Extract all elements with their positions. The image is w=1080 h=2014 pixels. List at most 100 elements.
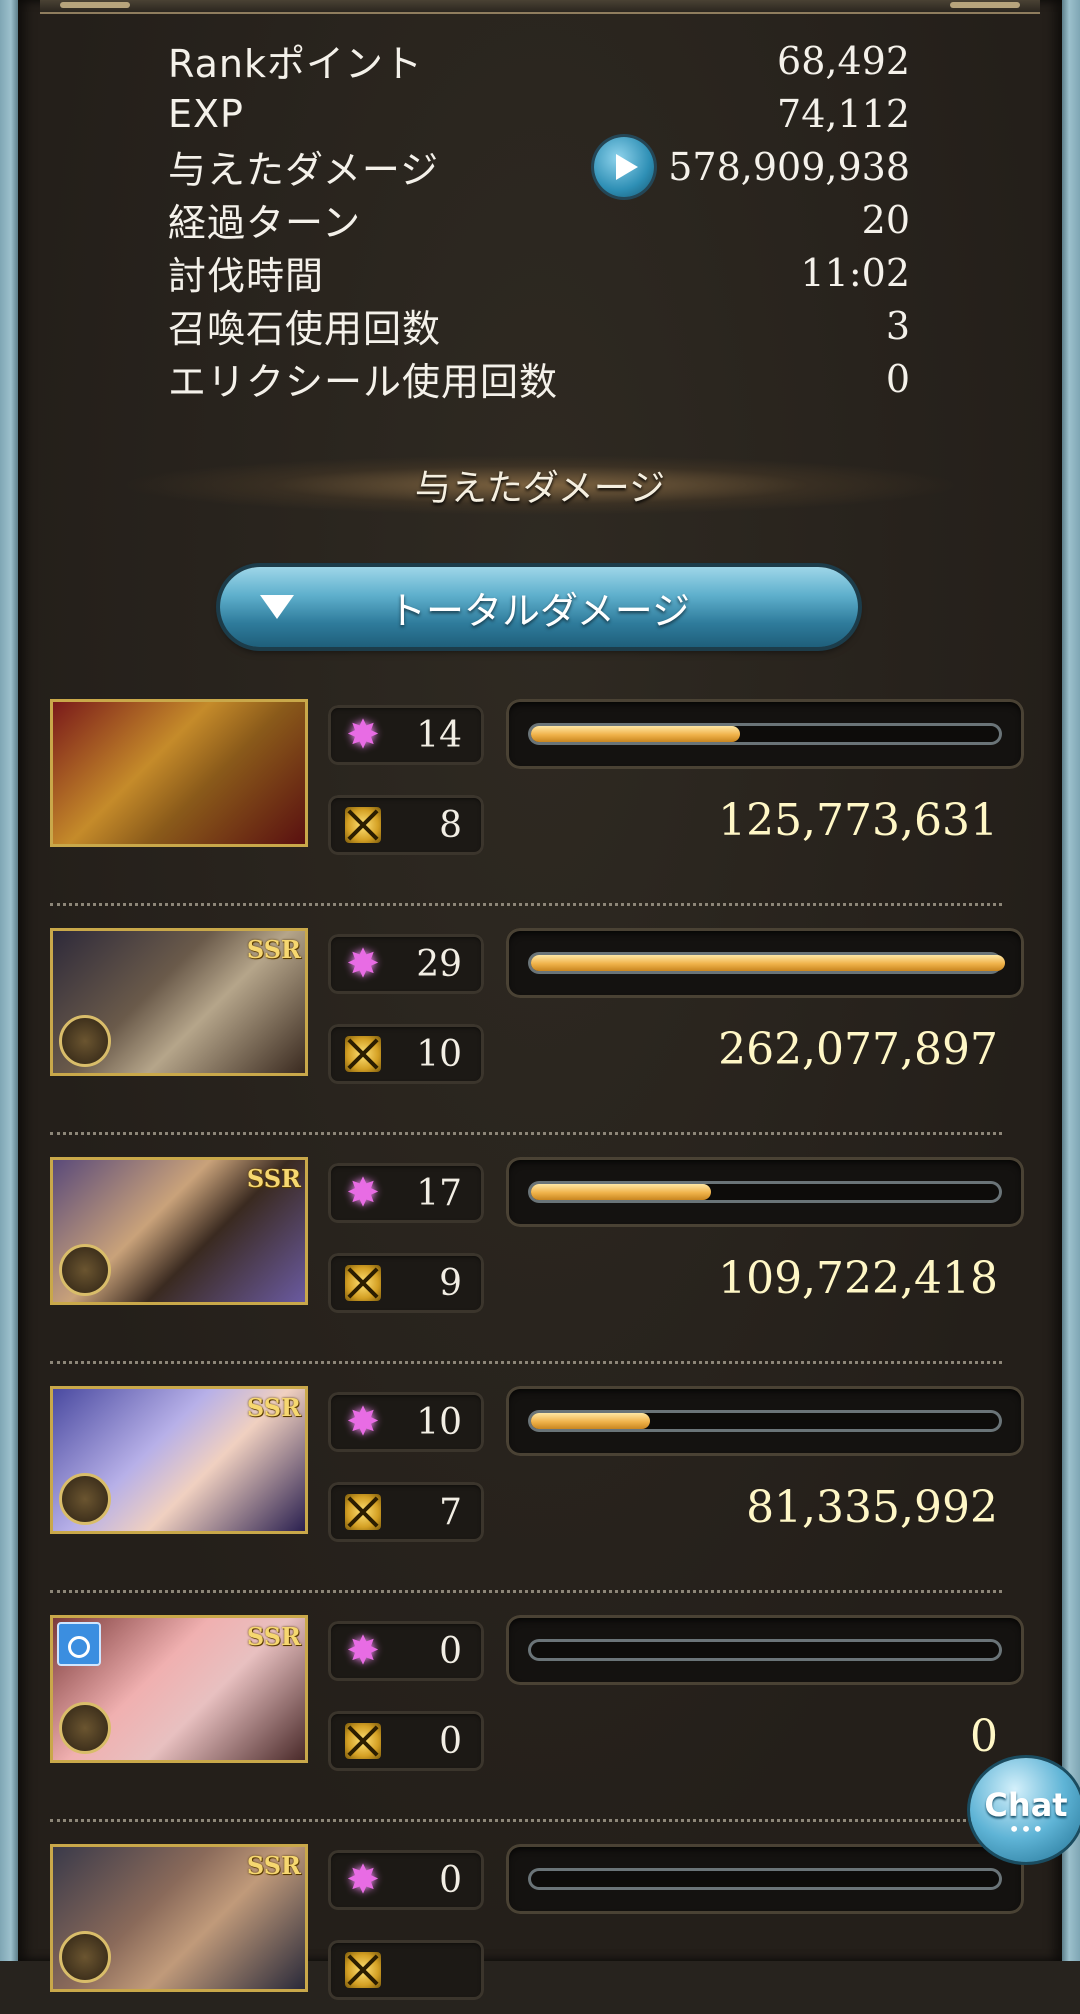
stat-value: 74,112 bbox=[777, 91, 910, 136]
damage-bar-fill bbox=[531, 1184, 712, 1200]
character-row: SSR ✸ 29 10 262,077,897 bbox=[0, 928, 1044, 1135]
damage-value: 0 bbox=[970, 1711, 998, 1762]
attack-count: 9 bbox=[439, 1262, 462, 1304]
character-portrait[interactable]: SSR bbox=[50, 1386, 308, 1534]
damage-value: 262,077,897 bbox=[718, 1024, 998, 1075]
damage-bar-fill bbox=[531, 955, 1005, 971]
damage-bar bbox=[506, 1386, 1024, 1456]
crossed-swords-icon bbox=[342, 1033, 384, 1075]
chat-dots-icon: ••• bbox=[1008, 1817, 1044, 1841]
damage-bar bbox=[506, 928, 1024, 998]
stat-label: 召喚石使用回数 bbox=[168, 307, 442, 351]
stat-exp: EXP 74,112 bbox=[168, 87, 910, 140]
skill-count: 0 bbox=[439, 1630, 462, 1672]
skill-star-icon: ✸ bbox=[346, 941, 380, 987]
stat-label: Rankポイント bbox=[168, 42, 423, 86]
skill-count-chip: ✸ 0 bbox=[328, 1850, 484, 1910]
stat-label: 討伐時間 bbox=[168, 254, 325, 298]
crossed-swords-icon bbox=[342, 1949, 384, 1991]
character-portrait[interactable] bbox=[50, 699, 308, 847]
damage-bar bbox=[506, 1615, 1024, 1685]
stat-label: 経過ターン bbox=[168, 201, 362, 245]
stat-value: 578,909,938 bbox=[668, 144, 910, 189]
element-icon bbox=[59, 1244, 111, 1296]
play-icon[interactable] bbox=[594, 136, 655, 197]
skill-count: 10 bbox=[416, 1401, 462, 1443]
damage-bar-fill bbox=[531, 1413, 650, 1429]
ssr-badge: SSR bbox=[246, 1164, 301, 1193]
attack-count-chip: 7 bbox=[328, 1482, 484, 1542]
skill-star-icon: ✸ bbox=[346, 1170, 380, 1216]
top-ornament bbox=[40, 0, 1040, 14]
stat-value: 0 bbox=[885, 356, 910, 401]
damage-bar-fill bbox=[531, 726, 740, 742]
character-portrait[interactable]: SSR bbox=[50, 1615, 308, 1763]
row-divider bbox=[50, 1132, 1002, 1135]
character-row: ✸ 14 8 125,773,631 bbox=[0, 699, 1044, 906]
skill-count: 17 bbox=[416, 1172, 462, 1214]
ssr-badge: SSR bbox=[246, 1393, 301, 1422]
ssr-badge: SSR bbox=[246, 935, 301, 964]
element-icon bbox=[59, 1015, 111, 1067]
ssr-badge: SSR bbox=[246, 1622, 301, 1651]
damage-value: 109,722,418 bbox=[718, 1253, 998, 1304]
character-portrait[interactable]: SSR bbox=[50, 1844, 308, 1992]
stat-elixir-uses: エリクシール使用回数 0 bbox=[168, 352, 910, 405]
skill-star-icon: ✸ bbox=[346, 1628, 380, 1674]
element-icon bbox=[59, 1473, 111, 1525]
skill-star-icon: ✸ bbox=[346, 1857, 380, 1903]
attack-count: 10 bbox=[416, 1033, 462, 1075]
stat-value: 68,492 bbox=[777, 38, 910, 83]
element-icon bbox=[59, 1702, 111, 1754]
attack-count-chip: 0 bbox=[328, 1711, 484, 1771]
chat-button[interactable]: Chat ••• bbox=[970, 1758, 1080, 1862]
damage-type-dropdown[interactable]: トータルダメージ bbox=[220, 567, 858, 647]
row-divider bbox=[50, 1819, 1002, 1822]
skill-star-icon: ✸ bbox=[346, 712, 380, 758]
damage-value: 125,773,631 bbox=[718, 795, 998, 846]
stat-label: エリクシール使用回数 bbox=[168, 360, 559, 404]
crossed-swords-icon bbox=[342, 1262, 384, 1304]
character-row: SSR ✸ 0 0 0 bbox=[0, 1615, 1044, 1822]
character-portrait[interactable]: SSR bbox=[50, 1157, 308, 1305]
character-portrait[interactable]: SSR bbox=[50, 928, 308, 1076]
character-row: SSR ✸ 0 bbox=[0, 1844, 1044, 2014]
stat-value-with-icon: 578,909,938 bbox=[594, 136, 910, 197]
crossed-swords-icon bbox=[342, 804, 384, 846]
section-title: 与えたダメージ bbox=[120, 455, 960, 515]
stat-turns: 経過ターン 20 bbox=[168, 193, 910, 246]
skill-count-chip: ✸ 10 bbox=[328, 1392, 484, 1452]
skill-count-chip: ✸ 29 bbox=[328, 934, 484, 994]
attack-count: 7 bbox=[439, 1491, 462, 1533]
attack-count: 0 bbox=[439, 1720, 462, 1762]
ssr-badge: SSR bbox=[246, 1851, 301, 1880]
skill-count-chip: ✸ 14 bbox=[328, 705, 484, 765]
section-title-text: 与えたダメージ bbox=[414, 468, 666, 509]
stat-label: 与えたダメージ bbox=[168, 148, 440, 192]
stat-value: 3 bbox=[885, 303, 910, 348]
stat-value: 20 bbox=[861, 197, 910, 242]
skill-count: 0 bbox=[439, 1859, 462, 1901]
attack-count-chip: 9 bbox=[328, 1253, 484, 1313]
character-row: SSR ✸ 10 7 81,335,992 bbox=[0, 1386, 1044, 1593]
skill-count: 29 bbox=[416, 943, 462, 985]
attack-count: 8 bbox=[439, 804, 462, 846]
battle-stats: Rankポイント 68,492 EXP 74,112 与えたダメージ 578,9… bbox=[168, 34, 910, 405]
character-row: SSR ✸ 17 9 109,722,418 bbox=[0, 1157, 1044, 1364]
row-divider bbox=[50, 1361, 1002, 1364]
attack-count-chip: 10 bbox=[328, 1024, 484, 1084]
crossed-swords-icon bbox=[342, 1491, 384, 1533]
element-icon bbox=[59, 1931, 111, 1983]
stat-summon-uses: 召喚石使用回数 3 bbox=[168, 299, 910, 352]
stat-total-damage: 与えたダメージ 578,909,938 bbox=[168, 136, 910, 197]
skill-count: 14 bbox=[416, 714, 462, 756]
ring-icon bbox=[57, 1622, 101, 1666]
row-divider bbox=[50, 1590, 1002, 1593]
row-divider bbox=[50, 903, 1002, 906]
damage-bar bbox=[506, 1157, 1024, 1227]
stat-rank-points: Rankポイント 68,492 bbox=[168, 34, 910, 87]
stat-time: 討伐時間 11:02 bbox=[168, 246, 910, 299]
right-frame bbox=[1062, 0, 1080, 1961]
attack-count-chip: 8 bbox=[328, 795, 484, 855]
stat-label: EXP bbox=[168, 91, 244, 136]
